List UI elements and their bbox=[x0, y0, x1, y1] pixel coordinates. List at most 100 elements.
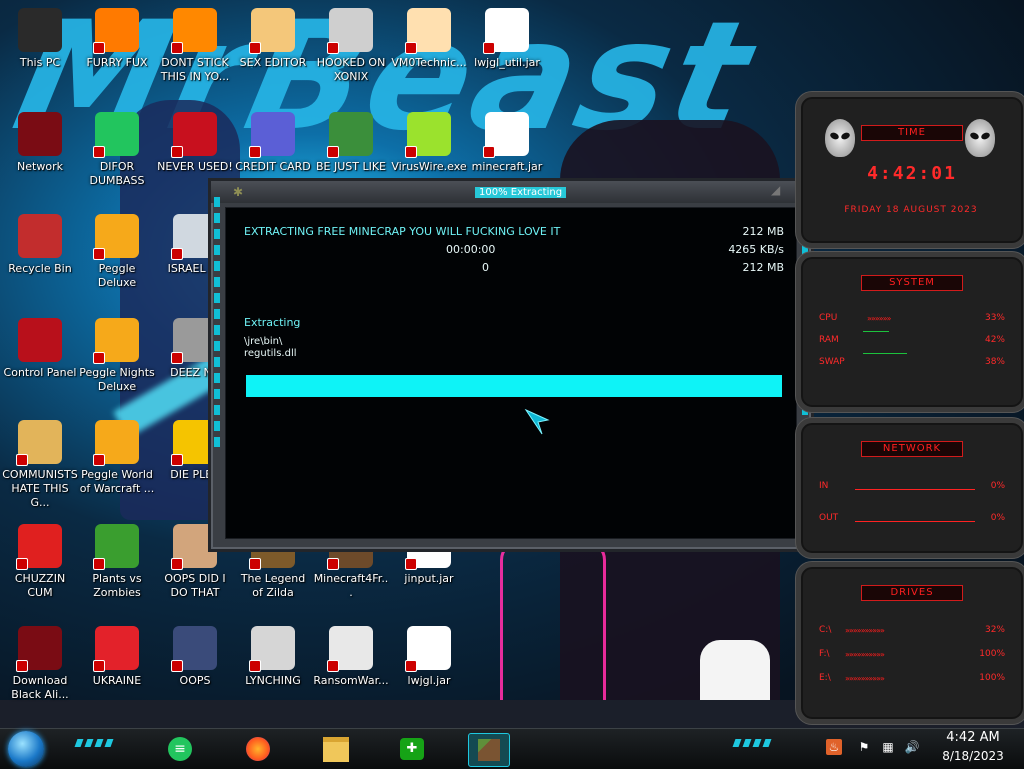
extract-heading: EXTRACTING FREE MINECRAP YOU WILL FUCKIN… bbox=[244, 225, 561, 238]
desktop-icon-label: NEVER USED! bbox=[157, 160, 233, 173]
knot-icon bbox=[249, 626, 295, 672]
desktop-icon-label: OOPS bbox=[179, 674, 211, 687]
system-panel: SYSTEM CPU »»»»»» 33% RAM 42% SWAP 38% bbox=[796, 252, 1024, 412]
taskbar-file-explorer[interactable] bbox=[316, 733, 356, 765]
ram-value: 42% bbox=[984, 335, 1005, 345]
desktop-icon-label: Peggle Deluxe bbox=[97, 262, 137, 289]
extraction-dialog[interactable]: ✱ 100% Extracting ◢ EXTRACTING FREE MINE… bbox=[208, 178, 814, 552]
desktop-icon[interactable]: UKRAINE bbox=[78, 626, 156, 688]
desktop-icon[interactable]: This PC bbox=[1, 8, 79, 70]
dialog-titlebar[interactable]: ✱ 100% Extracting ◢ bbox=[211, 181, 811, 203]
flag-icon[interactable]: ⚑ bbox=[856, 739, 872, 755]
shortcut-arrow-icon bbox=[171, 146, 183, 158]
desktop-icon-label: DIFOR DUMBASS bbox=[89, 160, 145, 187]
desktop-icon[interactable]: Recycle Bin bbox=[1, 214, 79, 276]
devcpp-icon bbox=[171, 112, 217, 158]
ram-label: RAM bbox=[819, 335, 839, 345]
shortcut-arrow-icon bbox=[405, 42, 417, 54]
alien-head-icon bbox=[965, 119, 995, 157]
taskbar-clock-time[interactable]: 4:42 AM bbox=[938, 730, 1008, 745]
network-icon[interactable]: ▦ bbox=[880, 739, 896, 755]
net-out-label: OUT bbox=[819, 513, 839, 523]
taskbar-xbox[interactable]: ✚ bbox=[392, 733, 432, 765]
shortcut-arrow-icon bbox=[16, 660, 28, 672]
java-icon bbox=[483, 8, 529, 54]
skull-icon bbox=[327, 626, 373, 672]
current-path: \jre\bin\ bbox=[244, 336, 283, 347]
shortcut-arrow-icon bbox=[327, 660, 339, 672]
desktop-icon[interactable]: BE JUST LIKE bbox=[312, 112, 390, 174]
taskbar-ornament bbox=[752, 739, 762, 747]
start-button[interactable] bbox=[8, 731, 44, 767]
desktop-icon[interactable]: minecraft.jar bbox=[468, 112, 546, 174]
alien-orb-icon bbox=[18, 112, 62, 156]
desktop-icon-label: CREDIT CARD bbox=[235, 160, 311, 173]
taskbar-notes[interactable]: ≡ bbox=[160, 733, 200, 765]
desktop-icon[interactable]: COMMUNISTS HATE THIS G... bbox=[1, 420, 79, 510]
desktop-icon-label: DONT STICK THIS IN YO... bbox=[160, 56, 230, 83]
shortcut-arrow-icon bbox=[16, 454, 28, 466]
desktop-icon[interactable]: DIFOR DUMBASS bbox=[78, 112, 156, 188]
desktop-icon[interactable]: FURRY FUX bbox=[78, 8, 156, 70]
shortcut-arrow-icon bbox=[16, 558, 28, 570]
desktop-icon[interactable]: RansomWar... bbox=[312, 626, 390, 688]
desktop-icon[interactable]: VM0Technic... bbox=[390, 8, 468, 70]
net-in-graph bbox=[855, 489, 975, 490]
dialog-body: EXTRACTING FREE MINECRAP YOU WILL FUCKIN… bbox=[225, 207, 797, 539]
alien-head-icon bbox=[825, 119, 855, 157]
taskbar-ornament bbox=[742, 739, 752, 747]
shortcut-arrow-icon bbox=[327, 42, 339, 54]
notes-icon: ≡ bbox=[168, 737, 192, 761]
desktop-icon[interactable]: DONT STICK THIS IN YO... bbox=[156, 8, 234, 84]
desktop-icon[interactable]: VirusWire.exe bbox=[390, 112, 468, 174]
desktop-icon[interactable]: SEX EDITOR bbox=[234, 8, 312, 70]
shortcut-arrow-icon bbox=[249, 558, 261, 570]
shortcut-arrow-icon bbox=[171, 42, 183, 54]
alien-orb-icon bbox=[16, 626, 62, 672]
progress-fill bbox=[246, 375, 782, 397]
volume-icon[interactable]: 🔊 bbox=[904, 739, 920, 755]
taskbar-minecraft[interactable] bbox=[468, 733, 510, 767]
desktop-icon[interactable]: CREDIT CARD bbox=[234, 112, 312, 174]
desktop-icon-label: CHUZZIN CUM bbox=[14, 572, 66, 599]
desktop-icon[interactable]: Download Black Ali... bbox=[1, 626, 79, 702]
desktop-icon[interactable]: LYNCHING bbox=[234, 626, 312, 688]
desktop-icon[interactable]: Control Panel bbox=[1, 318, 79, 380]
shortcut-arrow-icon bbox=[405, 558, 417, 570]
desktop-icon-label: Network bbox=[17, 160, 63, 173]
desktop-icon[interactable]: lwjgl_util.jar bbox=[468, 8, 546, 70]
speed: 4265 KB/s bbox=[728, 243, 784, 256]
java-icon bbox=[483, 112, 529, 158]
desktop-icon-label: Recycle Bin bbox=[8, 262, 72, 275]
drive-c-label: C:\ bbox=[819, 625, 832, 635]
desktop-icon[interactable]: HOOKED ON XONIX bbox=[312, 8, 390, 84]
desktop-icon[interactable]: Plants vs Zombies bbox=[78, 524, 156, 600]
network-panel: NETWORK IN 0% OUT 0% bbox=[796, 418, 1024, 558]
taskbar-clock-date[interactable]: 8/18/2023 bbox=[930, 749, 1016, 763]
firefox-icon bbox=[93, 8, 139, 54]
shortcut-arrow-icon bbox=[93, 352, 105, 364]
system-header: SYSTEM bbox=[861, 275, 963, 291]
desktop-icon[interactable]: CHUZZIN CUM bbox=[1, 524, 79, 600]
java-update-icon[interactable]: ♨ bbox=[826, 739, 842, 755]
desktop-icon[interactable]: OOPS bbox=[156, 626, 234, 688]
wallpaper-neon bbox=[500, 540, 606, 726]
net-out-graph bbox=[855, 521, 975, 522]
desktop-icon-label: HOOKED ON XONIX bbox=[316, 56, 386, 83]
xbox-icon: ✚ bbox=[400, 738, 424, 760]
taskbar-firefox[interactable] bbox=[238, 733, 278, 765]
desktop-icon[interactable]: lwjgl.jar bbox=[390, 626, 468, 688]
desktop-icon[interactable]: NEVER USED! bbox=[156, 112, 234, 174]
shortcut-arrow-icon bbox=[93, 454, 105, 466]
desktop-icon[interactable]: Network bbox=[1, 112, 79, 174]
taskbar-ornament bbox=[104, 739, 114, 747]
desktop-icon[interactable]: Peggle Deluxe bbox=[78, 214, 156, 290]
desktop-icon[interactable]: Peggle World of Warcraft ... bbox=[78, 420, 156, 496]
dialog-left-ornament bbox=[213, 191, 221, 531]
desktop-icon[interactable]: Peggle Nights Deluxe bbox=[78, 318, 156, 394]
desktop-icon-label: SEX EDITOR bbox=[239, 56, 307, 69]
drive-f-bar: »»»»»»»»»» bbox=[845, 650, 885, 659]
shortcut-arrow-icon bbox=[171, 660, 183, 672]
window-corner-icon[interactable]: ◢ bbox=[771, 183, 780, 197]
credit-card-icon bbox=[249, 112, 295, 158]
